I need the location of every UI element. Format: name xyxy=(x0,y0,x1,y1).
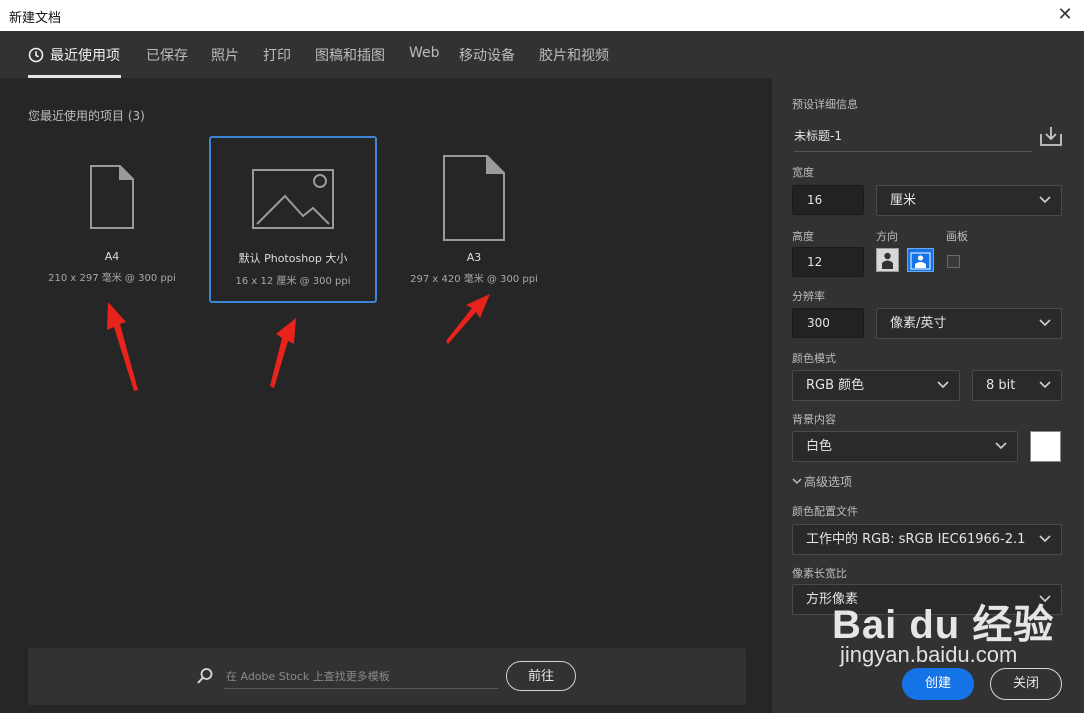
go-button[interactable]: 前往 xyxy=(506,661,576,691)
tab-recent[interactable]: 最近使用项 xyxy=(28,45,120,65)
window-title: 新建文档 xyxy=(9,11,62,26)
chevron-down-icon xyxy=(1039,319,1051,327)
tab-photo[interactable]: 照片 xyxy=(211,45,239,65)
save-preset-icon[interactable] xyxy=(1040,126,1062,146)
red-arrow-icon xyxy=(446,294,490,344)
preset-name-field[interactable]: 未标题-1 xyxy=(794,125,1032,152)
artboard-label: 画板 xyxy=(946,230,968,243)
background-dropdown[interactable]: 白色 xyxy=(792,431,1018,462)
background-color-swatch[interactable] xyxy=(1030,431,1061,462)
preset-name-value: 未标题-1 xyxy=(794,129,842,143)
stock-search-input[interactable] xyxy=(224,664,498,689)
portrait-orientation-button[interactable] xyxy=(876,248,899,272)
clock-icon xyxy=(28,47,44,63)
width-unit-value: 厘米 xyxy=(890,193,917,208)
tab-web[interactable]: Web xyxy=(409,45,440,61)
preset-details-pane: 预设详细信息 未标题-1 宽度 16 厘米 高度 方向 画板 12 分辨率 30… xyxy=(772,78,1084,713)
advanced-options-toggle[interactable]: 高级选项 xyxy=(792,473,852,490)
pixel-aspect-label: 像素长宽比 xyxy=(792,567,847,580)
landscape-orientation-button[interactable] xyxy=(907,248,934,272)
width-input[interactable]: 16 xyxy=(792,185,864,215)
tab-saved[interactable]: 已保存 xyxy=(146,45,188,65)
height-label: 高度 xyxy=(792,230,814,243)
bit-depth-value: 8 bit xyxy=(986,378,1016,393)
background-label: 背景内容 xyxy=(792,413,836,426)
color-mode-label: 颜色模式 xyxy=(792,352,836,365)
chevron-down-icon xyxy=(1039,595,1051,603)
artboard-checkbox[interactable] xyxy=(947,255,960,268)
create-button[interactable]: 创建 xyxy=(902,668,974,700)
tab-print[interactable]: 打印 xyxy=(263,45,291,65)
chevron-down-icon xyxy=(937,381,949,389)
red-arrow-icon xyxy=(107,302,138,391)
annotation-arrows xyxy=(107,294,490,391)
window-titlebar: 新建文档 ✕ xyxy=(0,0,1084,32)
landscape-person-icon xyxy=(910,252,931,270)
presets-pane: 您最近使用的项目 (3) A4 210 x 297 毫米 @ 300 ppi 默… xyxy=(0,78,772,713)
tab-mobile[interactable]: 移动设备 xyxy=(459,45,515,65)
chevron-down-icon xyxy=(792,478,802,485)
advanced-options-label: 高级选项 xyxy=(804,475,853,489)
close-button[interactable]: 关闭 xyxy=(990,668,1062,700)
width-label: 宽度 xyxy=(792,166,814,179)
resolution-label: 分辨率 xyxy=(792,290,825,303)
color-mode-value: RGB 颜色 xyxy=(806,378,865,393)
chevron-down-icon xyxy=(995,442,1007,450)
window-close-icon[interactable]: ✕ xyxy=(1054,4,1076,26)
color-profile-label: 颜色配置文件 xyxy=(792,505,858,518)
portrait-person-icon xyxy=(882,252,893,269)
color-profile-dropdown[interactable]: 工作中的 RGB: sRGB IEC61966-2.1 xyxy=(792,524,1062,555)
chevron-down-icon xyxy=(1039,196,1051,204)
red-arrow-icon xyxy=(270,318,296,388)
stock-search-bar: 前往 xyxy=(28,648,746,705)
tab-recent-label: 最近使用项 xyxy=(50,48,120,64)
resolution-unit-value: 像素/英寸 xyxy=(890,316,947,331)
chevron-down-icon xyxy=(1039,381,1051,389)
pixel-aspect-value: 方形像素 xyxy=(806,592,859,607)
bit-depth-dropdown[interactable]: 8 bit xyxy=(972,370,1062,401)
orientation-label: 方向 xyxy=(876,230,898,243)
color-mode-dropdown[interactable]: RGB 颜色 xyxy=(792,370,960,401)
search-icon xyxy=(197,668,213,684)
pixel-aspect-dropdown[interactable]: 方形像素 xyxy=(792,584,1062,615)
resolution-input[interactable]: 300 xyxy=(792,308,864,338)
color-profile-value: 工作中的 RGB: sRGB IEC61966-2.1 xyxy=(806,532,1026,547)
chevron-down-icon xyxy=(1039,535,1051,543)
tab-art-illustration[interactable]: 图稿和插图 xyxy=(315,45,385,65)
preset-details-label: 预设详细信息 xyxy=(792,98,858,111)
resolution-unit-dropdown[interactable]: 像素/英寸 xyxy=(876,308,1062,339)
height-input[interactable]: 12 xyxy=(792,247,864,277)
tab-film-video[interactable]: 胶片和视频 xyxy=(539,45,609,65)
category-tabs: 最近使用项 已保存 照片 打印 图稿和插图 Web 移动设备 胶片和视频 xyxy=(0,31,1084,78)
background-value: 白色 xyxy=(806,439,833,454)
width-unit-dropdown[interactable]: 厘米 xyxy=(876,185,1062,216)
